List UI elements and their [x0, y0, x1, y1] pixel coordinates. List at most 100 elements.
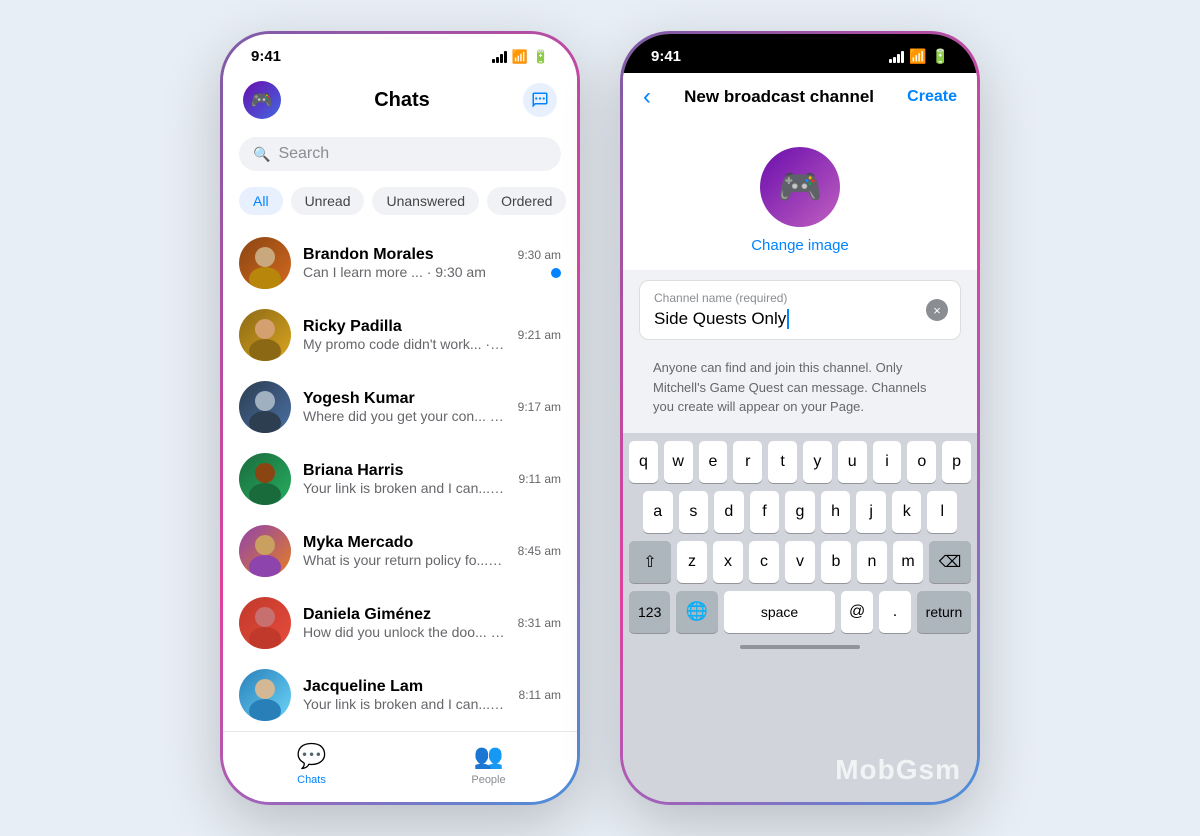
chat-item-ricky[interactable]: Ricky Padilla My promo code didn't work.… — [223, 299, 577, 371]
right-wifi-icon: 📶 — [909, 48, 926, 65]
key-l[interactable]: l — [927, 491, 957, 533]
avatar-ricky — [239, 309, 291, 361]
search-placeholder: Search — [278, 145, 329, 163]
key-return[interactable]: return — [917, 591, 971, 633]
avatar-myka — [239, 525, 291, 577]
left-time: 9:41 — [251, 48, 281, 65]
key-v[interactable]: v — [785, 541, 815, 583]
key-k[interactable]: k — [892, 491, 922, 533]
clear-input-button[interactable]: × — [926, 299, 948, 321]
keyboard-row-3: ⇧ z x c v b n m ⌫ — [629, 541, 971, 583]
chat-info-brandon: Brandon Morales Can I learn more ... · 9… — [303, 246, 506, 280]
chats-header: 🎮 Chats — [223, 73, 577, 129]
chat-time-daniela: 8:31 am — [518, 616, 561, 630]
key-emoji[interactable]: 🌐 — [676, 591, 717, 633]
chat-name-jacqueline: Jacqueline Lam — [303, 678, 507, 696]
nav-item-chats[interactable]: 💬 Chats — [223, 742, 400, 786]
user-avatar[interactable]: 🎮 — [243, 81, 281, 119]
key-c[interactable]: c — [749, 541, 779, 583]
channel-name-label: Channel name (required) — [654, 291, 946, 305]
filter-tab-all[interactable]: All — [239, 187, 283, 215]
key-e[interactable]: e — [699, 441, 728, 483]
chat-item-brandon[interactable]: Brandon Morales Can I learn more ... · 9… — [223, 227, 577, 299]
filter-tab-ordered[interactable]: Ordered — [487, 187, 566, 215]
chat-meta-yogesh: 9:17 am — [518, 400, 561, 414]
new-message-button[interactable] — [523, 83, 557, 117]
chat-meta-ricky: 9:21 am — [518, 328, 561, 342]
key-x[interactable]: x — [713, 541, 743, 583]
key-a[interactable]: a — [643, 491, 673, 533]
chat-name-ricky: Ricky Padilla — [303, 318, 506, 336]
key-g[interactable]: g — [785, 491, 815, 533]
key-n[interactable]: n — [857, 541, 887, 583]
create-button[interactable]: Create — [907, 88, 957, 106]
search-input[interactable]: 🔍 Search — [239, 137, 561, 171]
key-shift[interactable]: ⇧ — [629, 541, 671, 583]
keyboard-row-1: q w e r t y u i o p — [629, 441, 971, 483]
chat-item-daniela[interactable]: Daniela Giménez How did you unlock the d… — [223, 587, 577, 659]
filter-tabs: All Unread Unanswered Ordered — [223, 183, 577, 227]
key-j[interactable]: j — [856, 491, 886, 533]
key-num[interactable]: 123 — [629, 591, 670, 633]
key-dot[interactable]: . — [879, 591, 911, 633]
chat-preview-myka: What is your return policy fo... · 8:45 … — [303, 552, 506, 568]
key-w[interactable]: w — [664, 441, 693, 483]
channel-name-section[interactable]: Channel name (required) Side Quests Only… — [639, 280, 961, 340]
scene: 9:41 📶 🔋 🎮 Chats — [0, 0, 1200, 836]
chat-item-jacqueline[interactable]: Jacqueline Lam Your link is broken and I… — [223, 659, 577, 731]
key-s[interactable]: s — [679, 491, 709, 533]
chat-time-jacqueline: 8:11 am — [519, 688, 561, 702]
filter-tab-unread[interactable]: Unread — [291, 187, 365, 215]
chat-info-ricky: Ricky Padilla My promo code didn't work.… — [303, 318, 506, 352]
key-p[interactable]: p — [942, 441, 971, 483]
chat-info-yogesh: Yogesh Kumar Where did you get your con.… — [303, 390, 506, 424]
key-q[interactable]: q — [629, 441, 658, 483]
key-r[interactable]: r — [733, 441, 762, 483]
key-t[interactable]: t — [768, 441, 797, 483]
unread-dot-brandon — [551, 268, 561, 278]
channel-desc-text: Anyone can find and join this channel. O… — [653, 358, 947, 417]
avatar-jacqueline — [239, 669, 291, 721]
key-delete[interactable]: ⌫ — [929, 541, 971, 583]
chat-preview-brandon: Can I learn more ... · 9:30 am — [303, 264, 506, 280]
chat-item-myka[interactable]: Myka Mercado What is your return policy … — [223, 515, 577, 587]
chats-nav-icon: 💬 — [297, 742, 327, 771]
key-d[interactable]: d — [714, 491, 744, 533]
nav-item-people[interactable]: 👥 People — [400, 742, 577, 786]
avatar-yogesh — [239, 381, 291, 433]
chat-item-yogesh[interactable]: Yogesh Kumar Where did you get your con.… — [223, 371, 577, 443]
key-o[interactable]: o — [907, 441, 936, 483]
right-phone: 9:41 📶 🔋 ‹ New bro — [620, 31, 980, 805]
wifi-icon: 📶 — [512, 49, 528, 65]
chat-preview-jacqueline: Your link is broken and I can... · 8:11 … — [303, 696, 507, 712]
key-z[interactable]: z — [677, 541, 707, 583]
chat-name-briana: Briana Harris — [303, 462, 507, 480]
channel-avatar[interactable]: 🎮 — [760, 147, 840, 227]
text-cursor — [787, 309, 789, 329]
chat-item-briana[interactable]: Briana Harris Your link is broken and I … — [223, 443, 577, 515]
left-status-bar: 9:41 📶 🔋 — [223, 34, 577, 73]
filter-tab-unanswered[interactable]: Unanswered — [372, 187, 479, 215]
right-battery-icon: 🔋 — [932, 48, 949, 65]
chat-meta-briana: 9:11 am — [519, 472, 561, 486]
key-h[interactable]: h — [821, 491, 851, 533]
left-status-icons: 📶 🔋 — [492, 49, 549, 65]
key-y[interactable]: y — [803, 441, 832, 483]
channel-description: Anyone can find and join this channel. O… — [623, 350, 977, 433]
key-i[interactable]: i — [873, 441, 902, 483]
search-icon: 🔍 — [253, 146, 270, 163]
key-u[interactable]: u — [838, 441, 867, 483]
key-at[interactable]: @ — [841, 591, 873, 633]
key-f[interactable]: f — [750, 491, 780, 533]
keyboard: q w e r t y u i o p a s — [623, 433, 977, 803]
chat-meta-brandon: 9:30 am — [518, 248, 561, 278]
chat-time-myka: 8:45 am — [518, 544, 561, 558]
chat-info-jacqueline: Jacqueline Lam Your link is broken and I… — [303, 678, 507, 712]
right-status-icons: 📶 🔋 — [889, 48, 949, 65]
key-b[interactable]: b — [821, 541, 851, 583]
channel-name-input[interactable]: Side Quests Only — [654, 309, 946, 329]
key-space[interactable]: space — [724, 591, 835, 633]
back-button[interactable]: ‹ — [643, 83, 651, 111]
key-m[interactable]: m — [893, 541, 923, 583]
change-image-button[interactable]: Change image — [751, 237, 849, 254]
